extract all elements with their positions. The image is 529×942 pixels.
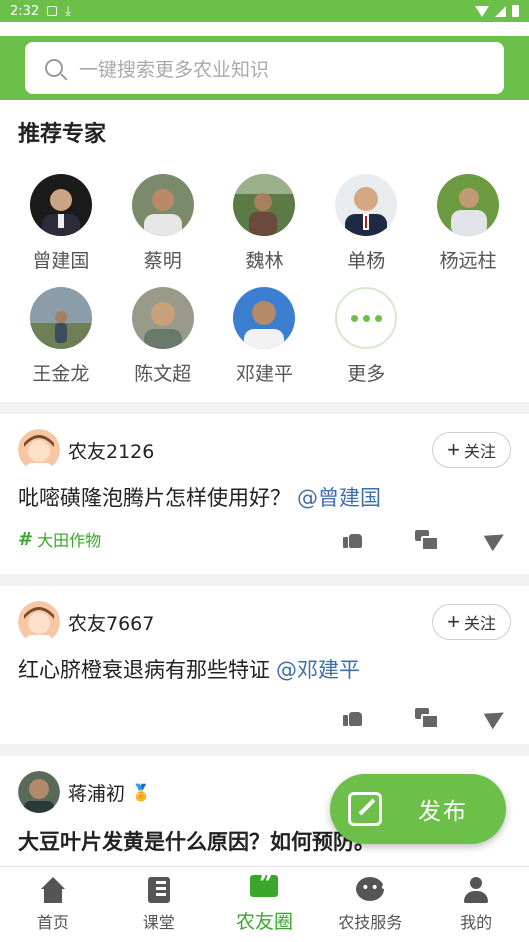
expert-item[interactable]: 蔡明 xyxy=(112,174,214,273)
expert-item[interactable]: 魏林 xyxy=(214,174,316,273)
user-name[interactable]: 蒋浦初 xyxy=(68,779,125,806)
post-card[interactable]: 农友2126 + 关注 吡嘧磺隆泡腾片怎样使用好？ @曾建国 # 大田作物 xyxy=(0,414,529,574)
more-label: 更多 xyxy=(347,363,386,385)
expert-name: 曾建国 xyxy=(32,250,90,272)
more-icon xyxy=(335,287,398,349)
expert-name: 杨远柱 xyxy=(439,250,497,272)
wifi-icon xyxy=(475,5,489,17)
share-icon[interactable] xyxy=(483,704,509,730)
user-name[interactable]: 农友7667 xyxy=(68,609,154,636)
expert-item[interactable]: 单杨 xyxy=(315,174,417,273)
more-experts-button[interactable]: 更多 xyxy=(315,287,417,386)
publish-label: 发布 xyxy=(418,799,468,825)
share-icon[interactable] xyxy=(483,526,509,552)
expert-item[interactable]: 曾建国 xyxy=(10,174,112,273)
topic-tag[interactable]: # 大田作物 xyxy=(18,527,101,551)
home-icon xyxy=(39,876,67,903)
tab-agri-service[interactable]: 农技服务 xyxy=(317,867,423,942)
avatar xyxy=(131,174,194,236)
expert-item[interactable]: 杨远柱 xyxy=(417,174,519,273)
expert-name: 魏林 xyxy=(245,250,284,272)
avatar xyxy=(29,174,92,236)
tab-classroom[interactable]: 课堂 xyxy=(106,867,212,942)
status-bar: 2:32 ⤓ xyxy=(0,0,529,22)
like-icon[interactable] xyxy=(343,530,363,548)
book-icon xyxy=(145,876,173,903)
signal-icon xyxy=(495,5,506,17)
edit-icon xyxy=(348,792,382,826)
section-title: 推荐专家 xyxy=(18,122,107,147)
expert-name: 邓建平 xyxy=(235,363,293,385)
plus-icon: + xyxy=(447,609,460,634)
user-avatar[interactable] xyxy=(18,601,60,643)
search-input[interactable]: 一键搜索更多农业知识 xyxy=(25,42,504,94)
chat-icon xyxy=(356,876,389,903)
download-icon: ⤓ xyxy=(65,3,71,19)
search-placeholder: 一键搜索更多农业知识 xyxy=(79,58,270,81)
follow-button[interactable]: + 关注 xyxy=(432,604,511,640)
tab-mine[interactable]: 我的 xyxy=(423,867,529,942)
recommended-experts: 推荐专家 曾建国 蔡明 魏林 单杨 杨远柱 王金龙 陈文超 邓建平 更多 xyxy=(0,100,529,402)
expert-name: 蔡明 xyxy=(143,250,182,272)
mention-link[interactable]: @邓建平 xyxy=(276,658,360,682)
battery-icon xyxy=(512,5,519,17)
hash-icon: # xyxy=(18,528,34,550)
expert-name: 王金龙 xyxy=(32,363,90,385)
search-icon xyxy=(45,59,63,77)
expert-item[interactable]: 邓建平 xyxy=(214,287,316,386)
avatar xyxy=(131,287,194,349)
avatar xyxy=(233,287,296,349)
publish-button[interactable]: 发布 xyxy=(330,774,506,844)
expert-grid: 曾建国 蔡明 魏林 单杨 杨远柱 王金龙 陈文超 邓建平 更多 xyxy=(10,174,519,386)
avatar xyxy=(437,174,500,236)
medal-icon: 🏅 xyxy=(131,782,151,802)
person-icon xyxy=(462,876,490,903)
avatar xyxy=(233,174,296,236)
bottom-tab-bar: 首页 课堂 农友圈 农技服务 我的 xyxy=(0,866,529,942)
post-text[interactable]: 吡嘧磺隆泡腾片怎样使用好？ @曾建国 xyxy=(18,482,511,512)
avatar xyxy=(29,287,92,349)
post-card[interactable]: 农友7667 + 关注 红心脐橙衰退病有那些特证 @邓建平 xyxy=(0,586,529,744)
avatar xyxy=(335,174,398,236)
user-avatar[interactable] xyxy=(18,429,60,471)
follow-button[interactable]: + 关注 xyxy=(432,432,511,468)
expert-item[interactable]: 陈文超 xyxy=(112,287,214,386)
user-name[interactable]: 农友2126 xyxy=(68,437,154,464)
expert-name: 单杨 xyxy=(347,250,386,272)
tab-farmer-circle[interactable]: 农友圈 xyxy=(212,867,318,942)
expert-item[interactable]: 王金龙 xyxy=(10,287,112,386)
tab-home[interactable]: 首页 xyxy=(0,867,106,942)
comment-icon[interactable] xyxy=(415,530,439,551)
comment-icon[interactable] xyxy=(415,708,439,729)
expert-name: 陈文超 xyxy=(134,363,192,385)
clock: 2:32 xyxy=(10,3,40,19)
like-icon[interactable] xyxy=(343,708,363,726)
notification-icon xyxy=(47,6,58,16)
post-text[interactable]: 红心脐橙衰退病有那些特证 @邓建平 xyxy=(18,654,511,684)
mention-link[interactable]: @曾建国 xyxy=(297,486,381,510)
plus-icon: + xyxy=(447,437,460,462)
user-avatar[interactable] xyxy=(18,771,60,813)
search-header: 一键搜索更多农业知识 xyxy=(0,22,529,100)
quote-icon xyxy=(250,871,279,901)
